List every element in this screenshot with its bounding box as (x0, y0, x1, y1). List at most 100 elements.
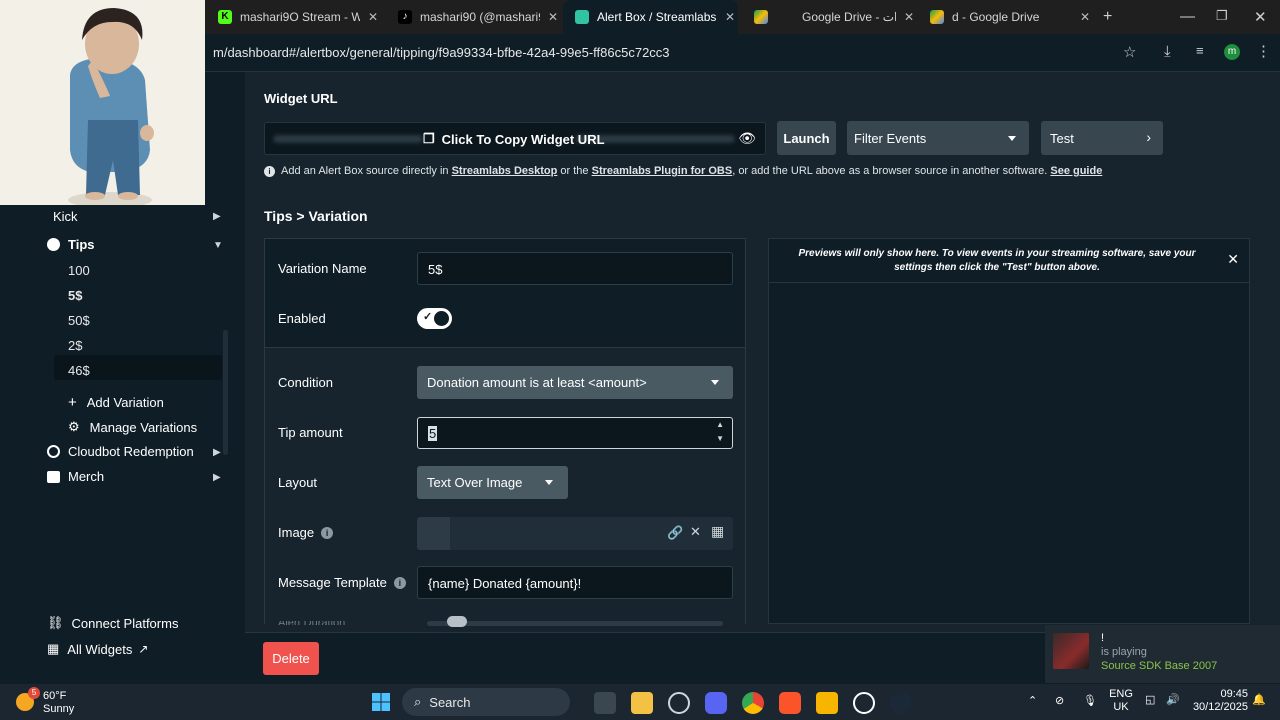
alert-duration-slider[interactable] (427, 621, 723, 626)
check-icon: ✓ (423, 311, 433, 323)
variation-item-active[interactable]: 5$ (68, 288, 82, 303)
menu-kebab-icon[interactable]: ⋮ (1256, 42, 1271, 60)
manage-variations-button[interactable]: ⚙ Manage Variations (68, 419, 197, 435)
tab-title: mashari9O Stream - Watch (240, 10, 360, 24)
connect-platforms-link[interactable]: ⛓ Connect Platforms (47, 615, 178, 631)
variations-scrollbar[interactable] (223, 330, 228, 455)
tip-amount-label: Tip amount (278, 425, 343, 440)
grid-icon: ▦ (47, 641, 60, 656)
gallery-grid-icon[interactable]: ▦ (711, 523, 724, 540)
file-explorer-icon[interactable] (631, 692, 653, 714)
close-icon[interactable]: ✕ (1080, 10, 1090, 24)
tab-alert-box[interactable]: Alert Box / Streamlabs ✕ (563, 0, 738, 34)
condition-select[interactable]: Donation amount is at least <amount> (417, 366, 733, 399)
variation-item[interactable]: 2$ (68, 338, 82, 353)
discord-icon[interactable] (705, 692, 727, 714)
profile-avatar[interactable]: m (1224, 44, 1240, 60)
chrome-icon[interactable] (742, 692, 764, 714)
bookmark-star-icon[interactable]: ☆ (1123, 43, 1136, 61)
see-guide-link[interactable]: See guide (1050, 165, 1102, 177)
eye-icon[interactable]: 👁 (738, 130, 756, 147)
chevron-down-icon (1008, 136, 1016, 141)
restore-icon[interactable]: ❐ (1216, 8, 1228, 24)
all-widgets-link[interactable]: ▦ All Widgets ↗ (47, 641, 148, 657)
media-control-icon[interactable]: ≡ (1196, 43, 1204, 58)
sidebar-item-tips[interactable]: Tips (47, 237, 95, 252)
network-off-icon[interactable]: ⊘ (1055, 695, 1064, 708)
filter-events-dropdown[interactable]: Filter Events (847, 121, 1029, 155)
add-variation-button[interactable]: + Add Variation (68, 394, 164, 411)
close-window-icon[interactable]: ✕ (1254, 8, 1267, 26)
minimize-icon[interactable]: — (1180, 8, 1195, 25)
obs-plugin-link[interactable]: Streamlabs Plugin for OBS (592, 165, 733, 177)
close-icon[interactable]: ✕ (904, 10, 914, 24)
widget-url-field[interactable]: ❐ Click To Copy Widget URL 👁 (264, 122, 766, 155)
variation-item[interactable]: 50$ (68, 313, 90, 328)
tab-google-drive-1[interactable]: Google Drive - اللبرات ✕ (742, 0, 917, 34)
streamlabs-desktop-link[interactable]: Streamlabs Desktop (452, 165, 558, 177)
windows-start-icon[interactable] (370, 692, 392, 714)
steam-icon[interactable] (890, 692, 912, 714)
close-icon[interactable]: ✕ (725, 10, 735, 24)
search-label: Search (429, 694, 471, 710)
sidebar-item-label: Kick (53, 209, 78, 224)
variation-item[interactable]: 46$ (68, 363, 90, 378)
slider-handle[interactable] (447, 616, 467, 627)
steelseries-icon[interactable] (668, 692, 690, 714)
toggle-knob (434, 311, 449, 326)
spinner-up-icon[interactable]: ▲ (716, 420, 724, 429)
variation-item[interactable]: 100 (68, 263, 90, 278)
sidebar-item-cloudbot[interactable]: Cloudbot Redemption (47, 444, 194, 459)
variation-name-label: Variation Name (278, 261, 367, 276)
delete-button[interactable]: Delete (263, 642, 319, 675)
link-icon[interactable]: 🔗 (667, 525, 683, 541)
spinner-down-icon[interactable]: ▼ (716, 434, 724, 443)
new-tab-icon[interactable]: + (1103, 8, 1112, 26)
game-avatar (1053, 633, 1089, 669)
steam-notification[interactable]: ! is playing Source SDK Base 2007 (1045, 625, 1280, 683)
chevron-down-icon: ▼ (213, 240, 223, 251)
chevron-up-icon[interactable]: ⌃ (1028, 695, 1037, 708)
sidebar-item-merch[interactable]: Merch (47, 469, 104, 484)
image-picker[interactable]: 🔗 ✕ ▦ (417, 517, 733, 550)
info-icon[interactable]: i (321, 526, 334, 539)
wifi-icon[interactable]: ◱ (1145, 694, 1155, 707)
tab-google-drive-2[interactable]: d - Google Drive ✕ (918, 0, 1093, 34)
download-icon[interactable]: ⤓ (1164, 43, 1171, 60)
all-widgets-label: All Widgets (67, 641, 133, 657)
app-icon[interactable] (816, 692, 838, 714)
weather-badge: 5 (28, 687, 40, 699)
microphone-icon[interactable]: 🎙 (1083, 695, 1097, 708)
test-button[interactable]: Test › (1041, 121, 1163, 155)
variation-name-input[interactable]: 5$ (417, 252, 733, 285)
volume-icon[interactable]: 🔊 (1166, 694, 1180, 707)
windows-taskbar: 5 60°F Sunny ⌕ Search ⌃ ⊘ 🎙 ENG UK ◱ 🔊 0… (0, 684, 1280, 720)
condition-label: Condition (278, 375, 333, 390)
tip-amount-input[interactable]: 5 ▲ ▼ (417, 417, 733, 449)
sidebar-item-kick[interactable]: Kick (53, 209, 78, 224)
clear-icon[interactable]: ✕ (690, 524, 701, 540)
enabled-toggle[interactable]: ✓ (417, 308, 452, 329)
obs-icon[interactable] (853, 692, 875, 714)
tab-kick-stream[interactable]: K mashari9O Stream - Watch ✕ (206, 0, 386, 34)
tab-tiktok[interactable]: ♪ mashari90 (@mashari9o) | ✕ (386, 0, 561, 34)
close-icon[interactable]: ✕ (548, 10, 558, 24)
weather-widget[interactable]: 5 60°F Sunny (16, 687, 96, 717)
copy-widget-url-button[interactable]: ❐ Click To Copy Widget URL (423, 131, 605, 147)
close-icon[interactable]: ✕ (368, 10, 378, 24)
clock[interactable]: 09:45 30/12/2025 (1184, 688, 1248, 714)
notification-bell-icon[interactable]: 🔔 (1252, 694, 1266, 707)
toast-name: ! (1101, 632, 1105, 644)
task-view-icon[interactable] (594, 692, 616, 714)
taskbar-search[interactable]: ⌕ Search (402, 688, 570, 716)
message-template-input[interactable]: {name} Donated {amount}! (417, 566, 733, 599)
copy-icon: ❐ (423, 131, 435, 146)
layout-select[interactable]: Text Over Image (417, 466, 568, 499)
info-mid: or the (557, 165, 592, 177)
language-indicator[interactable]: ENG UK (1108, 688, 1134, 714)
close-icon[interactable]: ✕ (1227, 251, 1239, 268)
brave-icon[interactable] (779, 692, 801, 714)
info-icon[interactable]: i (393, 576, 406, 589)
launch-button[interactable]: Launch (777, 121, 836, 155)
url-text[interactable]: m/dashboard#/alertbox/general/tipping/f9… (213, 45, 670, 60)
